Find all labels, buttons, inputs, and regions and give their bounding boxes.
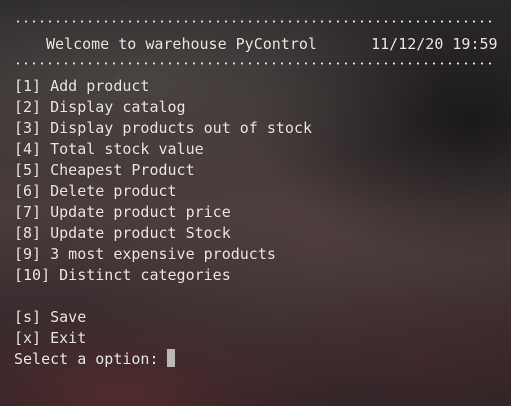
menu-item-cheapest-product: [5] Cheapest Product (14, 160, 195, 181)
menu-item-label: Update product Stock (50, 224, 231, 242)
text-cursor[interactable] (166, 349, 175, 367)
menu-item-key: [9] (14, 245, 42, 263)
menu-item-key: [s] (14, 308, 42, 326)
command-prompt[interactable]: Select a option: (14, 349, 175, 370)
menu-item-label: Exit (50, 329, 87, 347)
menu-item-key: [1] (14, 77, 42, 95)
menu-item-add-product: [1] Add product (14, 76, 149, 97)
menu-item-update-stock: [8] Update product Stock (14, 223, 231, 244)
menu-item-total-stock-value: [4] Total stock value (14, 139, 204, 160)
menu-item-label: Save (50, 308, 87, 326)
menu-item-label: Update product price (50, 203, 231, 221)
menu-item-key: [8] (14, 224, 42, 242)
menu-item-key: [2] (14, 98, 42, 116)
terminal-window[interactable]: Welcome to warehouse PyControl 11/12/20 … (0, 0, 511, 406)
menu-item-most-expensive: [9] 3 most expensive products (14, 244, 276, 265)
menu-item-label: Total stock value (50, 140, 204, 158)
menu-item-label: Distinct categories (59, 266, 231, 284)
menu-item-label: Cheapest Product (50, 161, 195, 179)
menu-item-distinct-categories: [10] Distinct categories (14, 265, 231, 286)
menu-item-label: Add product (50, 77, 150, 95)
menu-item-label: Delete product (50, 182, 177, 200)
menu-item-key: [7] (14, 203, 42, 221)
menu-item-label: 3 most expensive products (50, 245, 276, 263)
menu-item-save: [s] Save (14, 307, 86, 328)
menu-item-delete-product: [6] Delete product (14, 181, 177, 202)
header: Welcome to warehouse PyControl 11/12/20 … (46, 34, 498, 55)
header-date: 11/12/20 (371, 35, 444, 53)
header-title: Welcome to warehouse PyControl (46, 35, 317, 53)
prompt-text: Select a option: (14, 350, 159, 368)
menu-item-label: Display products out of stock (50, 119, 313, 137)
menu-item-out-of-stock: [3] Display products out of stock (14, 118, 312, 139)
menu-item-label: Display catalog (50, 98, 186, 116)
menu-item-key: [10] (14, 266, 51, 284)
menu-item-key: [5] (14, 161, 42, 179)
menu-item-key: [6] (14, 182, 42, 200)
header-divider-bottom (14, 62, 494, 65)
menu-item-update-price: [7] Update product price (14, 202, 231, 223)
menu-item-exit: [x] Exit (14, 328, 86, 349)
menu-item-key: [4] (14, 140, 42, 158)
header-divider-top (14, 20, 494, 23)
menu-item-key: [3] (14, 119, 42, 137)
menu-item-key: [x] (14, 329, 42, 347)
header-time: 19:59 (452, 35, 498, 53)
menu-item-display-catalog: [2] Display catalog (14, 97, 186, 118)
